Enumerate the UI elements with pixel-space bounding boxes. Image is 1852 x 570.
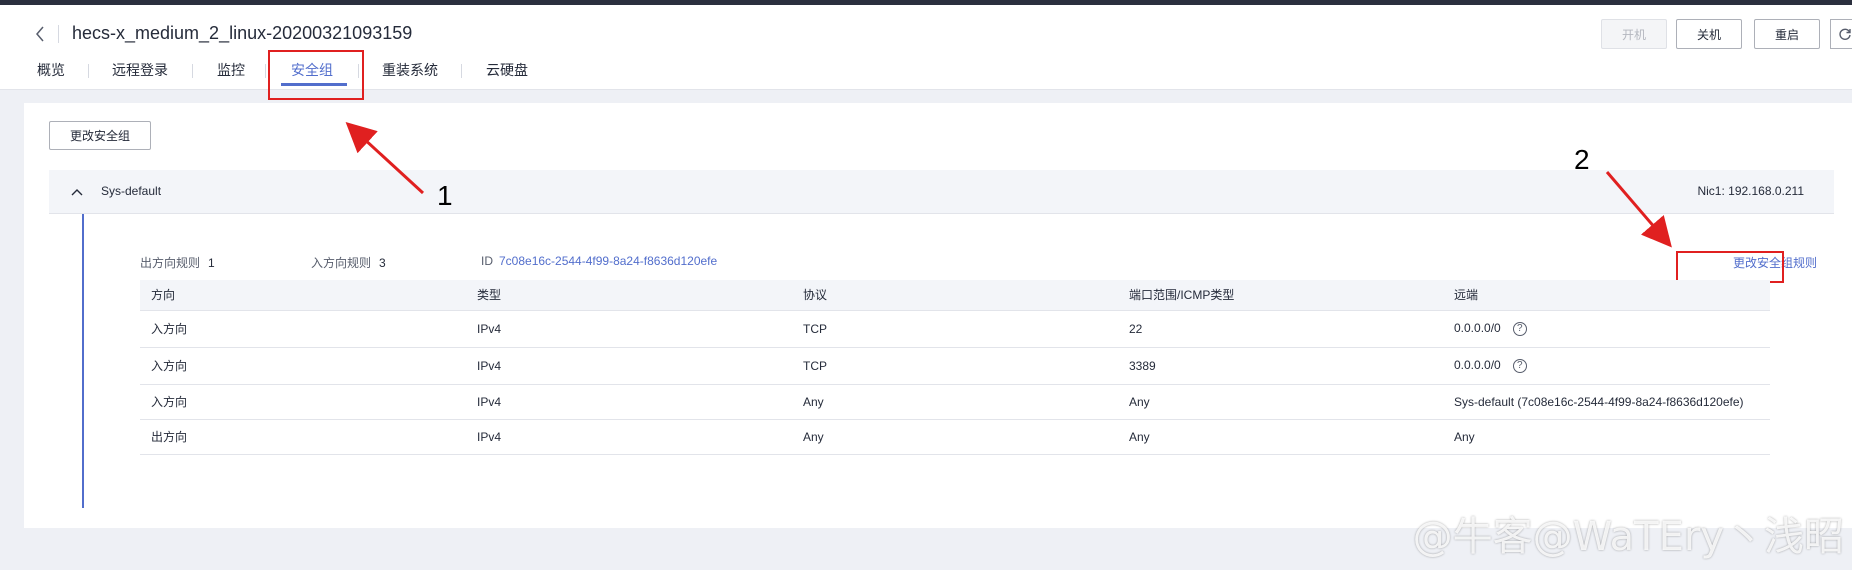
- title-divider: [58, 25, 59, 43]
- cell-protocol: Any: [792, 419, 1118, 455]
- restart-button[interactable]: 重启: [1754, 19, 1820, 49]
- back-arrow-icon[interactable]: [28, 17, 52, 51]
- chevron-up-icon[interactable]: [67, 182, 87, 202]
- cell-remote: Sys-default (7c08e16c-2544-4f99-8a24-f86…: [1443, 384, 1770, 420]
- outbound-count: 1: [208, 256, 215, 270]
- cell-port: 3389: [1118, 347, 1443, 385]
- outbound-rules-count: 出方向规则 1: [140, 254, 215, 271]
- cell-direction: 入方向: [140, 347, 466, 385]
- tab-remote-login[interactable]: 远程登录: [112, 60, 168, 80]
- shutdown-button[interactable]: 关机: [1676, 19, 1742, 49]
- outbound-rules-label: 出方向规则: [140, 256, 201, 270]
- id-label: ID: [481, 254, 493, 268]
- tab-cloud-disk[interactable]: 云硬盘: [486, 60, 528, 80]
- help-icon[interactable]: ?: [1512, 321, 1527, 336]
- cell-protocol: TCP: [792, 347, 1118, 385]
- column-header-type: 类型: [466, 280, 792, 311]
- modify-security-group-rules-link[interactable]: 更改安全组规则: [1733, 254, 1817, 271]
- annotation-number-one: 1: [437, 180, 453, 211]
- cell-port: Any: [1118, 384, 1443, 420]
- tab-divider: [461, 64, 462, 78]
- cell-protocol: TCP: [792, 310, 1118, 348]
- refresh-button[interactable]: [1830, 19, 1852, 49]
- table-row: 出方向 IPv4 Any Any Any: [140, 419, 1770, 455]
- cell-type: IPv4: [466, 419, 792, 455]
- tab-bar: 概览 远程登录 监控 安全组 重装系统 云硬盘: [0, 52, 1852, 90]
- column-header-port-range: 端口范围/ICMP类型: [1118, 280, 1443, 311]
- security-group-id-link[interactable]: 7c08e16c-2544-4f99-8a24-f8636d120efe: [499, 254, 717, 268]
- inbound-count: 3: [379, 256, 386, 270]
- cell-protocol: Any: [792, 384, 1118, 420]
- tab-monitoring[interactable]: 监控: [217, 60, 245, 80]
- security-group-id: ID 7c08e16c-2544-4f99-8a24-f8636d120efe: [481, 254, 717, 268]
- security-rules-table: 方向 类型 协议 端口范围/ICMP类型 远端 入方向 IPv4 TCP 22 …: [140, 280, 1770, 455]
- table-row: 入方向 IPv4 TCP 22 0.0.0.0/0?: [140, 310, 1770, 348]
- security-group-name: Sys-default: [101, 184, 162, 198]
- cell-type: IPv4: [466, 347, 792, 385]
- column-header-remote: 远端: [1443, 280, 1770, 311]
- table-row: 入方向 IPv4 TCP 3389 0.0.0.0/0?: [140, 347, 1770, 385]
- cell-remote: 0.0.0.0/0?: [1443, 347, 1770, 385]
- watermark: @牛客@WaTEry丶浅昭: [1412, 514, 1844, 560]
- table-header-row: 方向 类型 协议 端口范围/ICMP类型 远端: [140, 280, 1770, 311]
- tab-divider: [265, 64, 266, 78]
- cell-direction: 入方向: [140, 310, 466, 348]
- inbound-rules-label: 入方向规则: [311, 256, 372, 270]
- cell-direction: 入方向: [140, 384, 466, 420]
- start-button[interactable]: 开机: [1601, 19, 1667, 49]
- remote-value: 0.0.0.0/0: [1454, 358, 1501, 373]
- table-row: 入方向 IPv4 Any Any Sys-default (7c08e16c-2…: [140, 384, 1770, 420]
- tab-divider: [358, 64, 359, 78]
- column-header-direction: 方向: [140, 280, 466, 311]
- cell-type: IPv4: [466, 384, 792, 420]
- cell-type: IPv4: [466, 310, 792, 348]
- annotation-number-two: 2: [1574, 144, 1590, 175]
- accent-bar: [82, 214, 84, 508]
- cell-remote: Any: [1443, 419, 1770, 455]
- cell-port: Any: [1118, 419, 1443, 455]
- refresh-icon: [1839, 28, 1851, 40]
- change-security-group-button[interactable]: 更改安全组: [49, 121, 151, 150]
- page-title: hecs-x_medium_2_linux-20200321093159: [72, 23, 413, 43]
- tab-divider: [88, 64, 89, 78]
- inbound-rules-count: 入方向规则 3: [311, 254, 386, 271]
- tab-security-group[interactable]: 安全组: [291, 60, 333, 80]
- remote-value: 0.0.0.0/0: [1454, 321, 1501, 336]
- tab-divider: [192, 64, 193, 78]
- cell-direction: 出方向: [140, 419, 466, 455]
- security-group-header[interactable]: Sys-default Nic1: 192.168.0.211: [49, 170, 1834, 214]
- cell-port: 22: [1118, 310, 1443, 348]
- active-tab-indicator: [281, 83, 347, 86]
- cell-remote: 0.0.0.0/0?: [1443, 310, 1770, 348]
- column-header-protocol: 协议: [792, 280, 1118, 311]
- nic-address: Nic1: 192.168.0.211: [1697, 184, 1804, 198]
- tab-overview[interactable]: 概览: [37, 60, 65, 80]
- tab-reinstall-os[interactable]: 重装系统: [382, 60, 438, 80]
- help-icon[interactable]: ?: [1512, 358, 1527, 373]
